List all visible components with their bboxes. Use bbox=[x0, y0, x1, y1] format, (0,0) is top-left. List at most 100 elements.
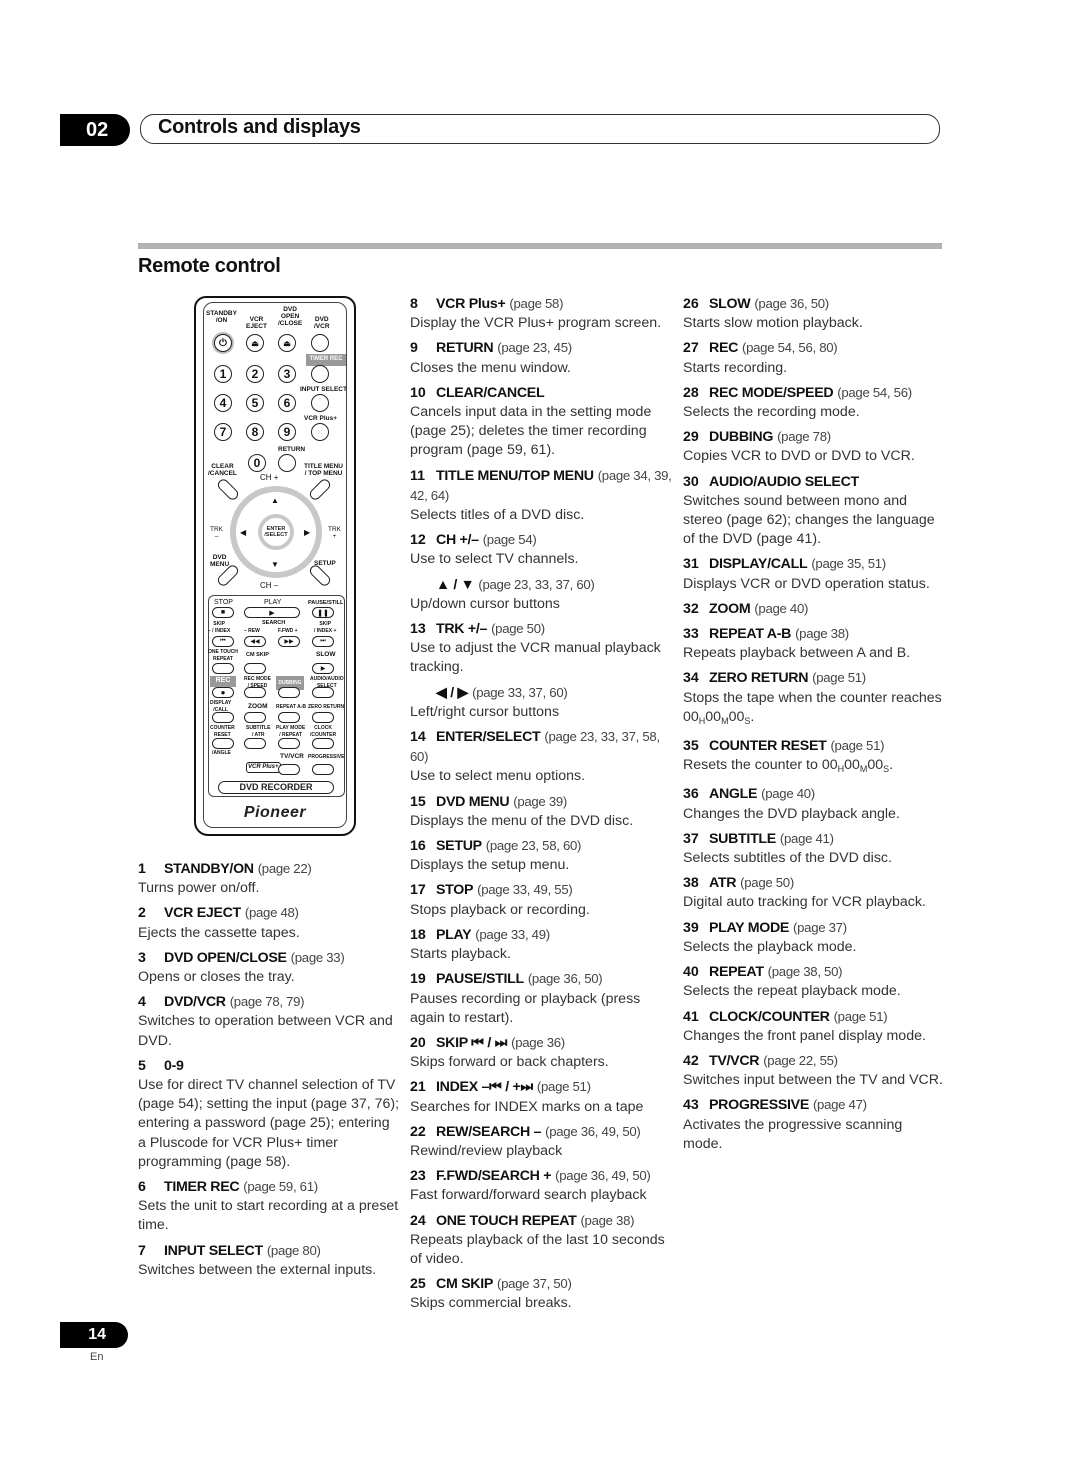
language-code: En bbox=[90, 1351, 104, 1363]
control-description-text: Switches input between the TV and VCR. bbox=[683, 1072, 943, 1089]
control-name: REW/SEARCH – bbox=[436, 1123, 542, 1140]
pause-icon: ❚❚ bbox=[317, 609, 329, 617]
subtitle-atr-button[interactable] bbox=[244, 738, 266, 749]
control-name: DVD OPEN/CLOSE bbox=[164, 949, 287, 966]
page-reference: (page 51) bbox=[536, 1079, 591, 1095]
control-description-text: Selects the recording mode. bbox=[683, 404, 860, 421]
digit-6-button[interactable]: 6 bbox=[278, 394, 296, 412]
control-number: 10 bbox=[410, 384, 426, 401]
control-description: 13 TRK +/– (page 50) Use to adjust the VCR… bbox=[410, 619, 675, 678]
cm-skip-button[interactable] bbox=[244, 663, 266, 674]
one-touch-repeat-button[interactable] bbox=[212, 663, 234, 674]
rec-button[interactable]: ● bbox=[212, 687, 234, 698]
ffwd-search-button[interactable]: ▶▶ bbox=[278, 636, 300, 647]
audio-select-button[interactable] bbox=[312, 687, 334, 698]
control-heading: ▲ / ▼ (page 23, 33, 37, 60) bbox=[410, 575, 675, 595]
label-skip-plus: SKIP / INDEX + bbox=[314, 621, 337, 634]
dvd-open-close-button[interactable]: ⏏ bbox=[278, 334, 296, 352]
control-name: STOP bbox=[436, 882, 474, 899]
skip-forward-button[interactable]: ⏭ bbox=[312, 636, 334, 647]
control-description-text: Use to adjust the VCR manual playback tr… bbox=[410, 640, 661, 676]
page-reference: (page 48) bbox=[244, 905, 299, 921]
control-description: 37 SUBTITLE (page 41) Selects subtitles of… bbox=[683, 829, 943, 868]
page-reference: (page 22) bbox=[257, 861, 312, 876]
control-description-text: Left/right cursor buttons bbox=[410, 703, 560, 720]
digit-5-button[interactable]: 5 bbox=[246, 394, 264, 412]
control-heading: 34 ZERO RETURN (page 51) bbox=[683, 668, 943, 688]
play-mode-repeat-button[interactable] bbox=[278, 738, 300, 749]
label-angle: /ANGLE bbox=[212, 750, 231, 756]
dubbing-button[interactable] bbox=[278, 687, 300, 698]
progressive-button[interactable] bbox=[312, 764, 334, 775]
control-number: 34 bbox=[683, 670, 699, 687]
return-button[interactable] bbox=[278, 454, 296, 472]
zoom-button[interactable] bbox=[244, 712, 266, 723]
control-description-text: Pauses recording or playback (press agai… bbox=[410, 990, 641, 1026]
cursor-left-button[interactable]: ◀ bbox=[240, 528, 246, 537]
control-name: REPEAT A-B bbox=[709, 626, 792, 643]
control-heading: 25 CM SKIP (page 37, 50) bbox=[410, 1274, 675, 1294]
tv-vcr-button[interactable] bbox=[278, 764, 300, 775]
enter-select-button[interactable]: ENTER /SELECT bbox=[258, 514, 294, 550]
input-select-button[interactable] bbox=[311, 394, 329, 412]
pause-still-button[interactable]: ❚❚ bbox=[312, 607, 334, 618]
digit-1-button[interactable]: 1 bbox=[214, 365, 232, 383]
cursor-up-button[interactable]: ▲ bbox=[271, 496, 279, 505]
control-number: 26 bbox=[683, 296, 699, 312]
repeat-ab-button[interactable] bbox=[278, 712, 300, 723]
control-name: DVD/VCR bbox=[164, 994, 226, 1011]
label-stop: STOP bbox=[214, 599, 233, 606]
counter-reset-button[interactable] bbox=[212, 738, 234, 749]
play-button[interactable]: ▶ bbox=[244, 607, 300, 618]
digit-9-button[interactable]: 9 bbox=[278, 423, 296, 441]
cursor-right-button[interactable]: ▶ bbox=[304, 528, 310, 537]
control-name: CLOCK/COUNTER bbox=[709, 1008, 830, 1025]
control-description: 15 DVD MENU (page 39) Displays the menu of… bbox=[410, 792, 675, 831]
label-zero-return: ZERO RETURN bbox=[308, 704, 345, 710]
clock-counter-button[interactable] bbox=[312, 738, 334, 749]
control-description: 23 F.FWD/SEARCH + (page 36, 49, 50) Fast f… bbox=[410, 1166, 675, 1205]
control-number: 39 bbox=[683, 919, 699, 936]
control-name: INPUT SELECT bbox=[164, 1242, 263, 1259]
rec-mode-speed-button[interactable] bbox=[244, 687, 266, 698]
control-description: 39 PLAY MODE (page 37) Selects the playbac… bbox=[683, 918, 943, 957]
control-description: 29 DUBBING (page 78) Copies VCR to DVD or … bbox=[683, 427, 943, 466]
cursor-down-button[interactable]: ▼ bbox=[271, 560, 279, 569]
control-number: 5 bbox=[138, 1057, 146, 1074]
control-description: 32 ZOOM (page 40) bbox=[683, 599, 943, 619]
vcr-eject-button[interactable]: ⏏ bbox=[246, 334, 264, 352]
digit-0-button[interactable]: 0 bbox=[248, 454, 266, 472]
control-heading: 33 REPEAT A-B (page 38) bbox=[683, 624, 943, 644]
digit-7-button[interactable]: 7 bbox=[214, 423, 232, 441]
slow-button[interactable]: ▶ bbox=[312, 663, 334, 674]
vcr-plus-button[interactable] bbox=[311, 423, 329, 441]
control-heading: 11 TITLE MENU/TOP MENU (page 34, 39, 42, … bbox=[410, 466, 675, 506]
control-name: DISPLAY/CALL bbox=[709, 556, 808, 573]
page-reference: (page 38, 50) bbox=[767, 964, 843, 980]
digit-4-button[interactable]: 4 bbox=[214, 394, 232, 412]
skip-back-button[interactable]: ⏮ bbox=[212, 636, 234, 647]
rew-search-button[interactable]: ◀◀ bbox=[244, 636, 266, 647]
dvd-vcr-button[interactable] bbox=[311, 334, 329, 352]
control-description: ◀ / ▶ (page 33, 37, 60) Left/right cursor… bbox=[410, 683, 675, 722]
control-heading: 3 DVD OPEN/CLOSE (page 33) bbox=[138, 948, 400, 968]
slow-icon: ▶ bbox=[320, 666, 326, 672]
control-heading: 2 VCR EJECT (page 48) bbox=[138, 903, 400, 923]
control-number: 2 bbox=[138, 905, 146, 922]
control-name: DUBBING bbox=[709, 429, 774, 446]
control-number: 42 bbox=[683, 1052, 699, 1069]
digit-2-button[interactable]: 2 bbox=[246, 365, 264, 383]
stop-button[interactable]: ■ bbox=[212, 607, 234, 618]
control-heading: 24 ONE TOUCH REPEAT (page 38) bbox=[410, 1211, 675, 1231]
display-call-button[interactable] bbox=[212, 712, 234, 723]
standby-button[interactable]: ⏻ bbox=[214, 334, 232, 352]
play-icon: ▶ bbox=[269, 609, 275, 617]
digit-8-button[interactable]: 8 bbox=[246, 423, 264, 441]
digit-3-button[interactable]: 3 bbox=[278, 365, 296, 383]
control-heading: 14 ENTER/SELECT (page 23, 33, 37, 58, 60) bbox=[410, 727, 675, 767]
power-icon: ⏻ bbox=[219, 337, 227, 349]
control-number: 31 bbox=[683, 556, 699, 573]
timer-rec-button[interactable] bbox=[311, 365, 329, 383]
control-description-text: Opens or closes the tray. bbox=[138, 969, 295, 986]
zero-return-button[interactable] bbox=[312, 712, 334, 723]
